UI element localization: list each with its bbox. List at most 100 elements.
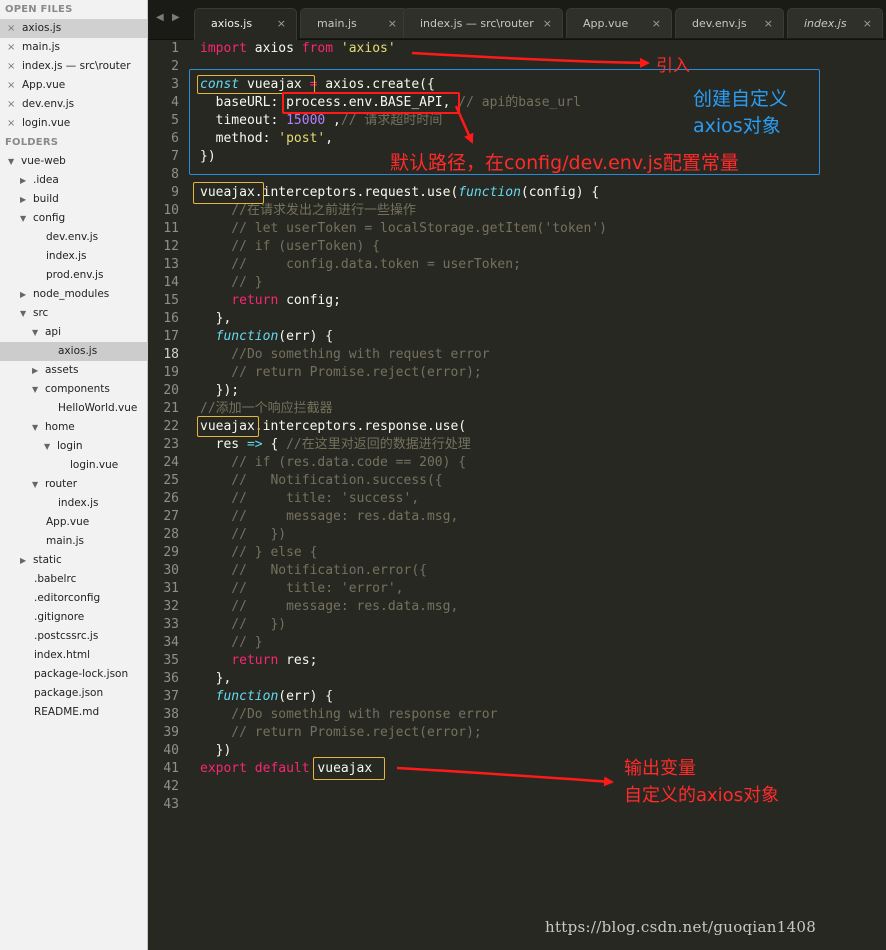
- tree-file-item[interactable]: dev.env.js: [0, 228, 147, 247]
- code-token: =>: [246, 437, 263, 452]
- tree-folder-item[interactable]: ▶ .idea: [0, 171, 147, 190]
- line-number: 22: [163, 419, 179, 434]
- tree-file-item[interactable]: index.html: [0, 646, 147, 665]
- tree-file-item[interactable]: HelloWorld.vue: [0, 399, 147, 418]
- code-text: import axios from 'axios': [200, 40, 396, 58]
- tree-file-item[interactable]: App.vue: [0, 513, 147, 532]
- tree-folder-item[interactable]: ▼ src: [0, 304, 147, 323]
- tab-nav-prev-icon[interactable]: ◀: [156, 12, 164, 23]
- disclosure-open-icon[interactable]: ▼: [8, 152, 18, 171]
- tree-file-item[interactable]: README.md: [0, 703, 147, 722]
- code-token: //在这里对返回的数据进行处理: [286, 437, 471, 452]
- tree-item-label: App.vue: [46, 516, 90, 528]
- tree-folder-item[interactable]: ▼ config: [0, 209, 147, 228]
- tree-folder-item[interactable]: ▼ home: [0, 418, 147, 437]
- tab-nav-next-icon[interactable]: ▶: [172, 12, 180, 23]
- tab-close-icon[interactable]: ×: [863, 9, 872, 38]
- code-text: // }: [200, 274, 262, 292]
- tree-file-item[interactable]: .babelrc: [0, 570, 147, 589]
- tab-close-icon[interactable]: ×: [543, 9, 552, 38]
- code-line: 19 // return Promise.reject(error);: [148, 364, 886, 382]
- open-file-item[interactable]: × index.js — src\router: [0, 57, 147, 76]
- tree-folder-item[interactable]: ▶ node_modules: [0, 285, 147, 304]
- code-token: // message: res.data.msg,: [200, 509, 459, 524]
- tree-folder-item[interactable]: ▼ api: [0, 323, 147, 342]
- tab-2[interactable]: index.js — src\router ×: [403, 8, 563, 38]
- tree-folder-item[interactable]: ▼ login: [0, 437, 147, 456]
- close-icon[interactable]: ×: [7, 95, 15, 114]
- tree-item-label: api: [45, 326, 62, 338]
- tree-file-item[interactable]: package.json: [0, 684, 147, 703]
- close-icon[interactable]: ×: [7, 76, 15, 95]
- line-number: 28: [163, 527, 179, 542]
- tree-file-item[interactable]: main.js: [0, 532, 147, 551]
- tab-5[interactable]: index.js ×: [787, 8, 883, 38]
- tree-folder-item[interactable]: ▼ vue-web: [0, 152, 147, 171]
- disclosure-closed-icon[interactable]: ▶: [20, 171, 30, 190]
- code-token: }): [200, 743, 232, 758]
- disclosure-closed-icon[interactable]: ▶: [32, 361, 42, 380]
- open-file-item[interactable]: × main.js: [0, 38, 147, 57]
- code-token: import: [200, 41, 247, 56]
- disclosure-open-icon[interactable]: ▼: [20, 209, 30, 228]
- tree-file-item[interactable]: index.js: [0, 247, 147, 266]
- tree-folder-item[interactable]: ▶ assets: [0, 361, 147, 380]
- tab-close-icon[interactable]: ×: [652, 9, 661, 38]
- line-number: 27: [163, 509, 179, 524]
- tab-4[interactable]: dev.env.js ×: [675, 8, 784, 38]
- open-file-item[interactable]: × App.vue: [0, 76, 147, 95]
- tree-file-item[interactable]: axios.js: [0, 342, 147, 361]
- code-line: 18 //Do something with request error: [148, 346, 886, 364]
- tree-folder-item[interactable]: ▼ components: [0, 380, 147, 399]
- disclosure-open-icon[interactable]: ▼: [32, 418, 42, 437]
- close-icon[interactable]: ×: [7, 57, 15, 76]
- create-annotation: 创建自定义 axios对象: [693, 86, 788, 140]
- tree-folder-item[interactable]: ▶ static: [0, 551, 147, 570]
- disclosure-closed-icon[interactable]: ▶: [20, 551, 30, 570]
- export-vueajax-highlight-box: [313, 757, 385, 780]
- disclosure-open-icon[interactable]: ▼: [32, 323, 42, 342]
- tree-item-label: index.js: [58, 497, 99, 509]
- tree-file-item[interactable]: prod.env.js: [0, 266, 147, 285]
- tree-folder-item[interactable]: ▼ router: [0, 475, 147, 494]
- open-file-item[interactable]: × dev.env.js: [0, 95, 147, 114]
- tab-1[interactable]: main.js ×: [300, 8, 408, 38]
- tree-item-label: src: [33, 307, 49, 319]
- open-file-item[interactable]: × axios.js: [0, 19, 147, 38]
- disclosure-open-icon[interactable]: ▼: [44, 437, 54, 456]
- tree-file-item[interactable]: .gitignore: [0, 608, 147, 627]
- tab-close-icon[interactable]: ×: [388, 9, 397, 38]
- tab-close-icon[interactable]: ×: [277, 9, 286, 38]
- code-token: //Do something with response error: [200, 707, 498, 722]
- tree-file-item[interactable]: package-lock.json: [0, 665, 147, 684]
- close-icon[interactable]: ×: [7, 114, 15, 133]
- disclosure-open-icon[interactable]: ▼: [20, 304, 30, 323]
- line-number: 26: [163, 491, 179, 506]
- close-icon[interactable]: ×: [7, 19, 15, 38]
- tab-close-icon[interactable]: ×: [764, 9, 773, 38]
- open-files-list: × axios.js × main.js × index.js — src\router ×…: [0, 19, 147, 133]
- code-editor[interactable]: 1 import axios from 'axios' 2 3 const vueaja…: [148, 40, 886, 950]
- tab-0[interactable]: axios.js ×: [194, 8, 297, 40]
- disclosure-open-icon[interactable]: ▼: [32, 475, 42, 494]
- tree-item-label: HelloWorld.vue: [58, 402, 138, 414]
- tree-file-item[interactable]: .editorconfig: [0, 589, 147, 608]
- code-text: // return Promise.reject(error);: [200, 364, 481, 382]
- code-text: });: [200, 382, 240, 400]
- close-icon[interactable]: ×: [7, 38, 15, 57]
- code-token: (err) {: [278, 689, 334, 704]
- tab-3[interactable]: App.vue ×: [566, 8, 672, 38]
- disclosure-open-icon[interactable]: ▼: [32, 380, 42, 399]
- line-number: 42: [163, 779, 179, 794]
- tree-file-item[interactable]: login.vue: [0, 456, 147, 475]
- tree-file-item[interactable]: .postcssrc.js: [0, 627, 147, 646]
- open-file-item[interactable]: × login.vue: [0, 114, 147, 133]
- tree-file-item[interactable]: index.js: [0, 494, 147, 513]
- code-token: function: [215, 329, 279, 344]
- line-number: 1: [171, 41, 179, 56]
- tree-folder-item[interactable]: ▶ build: [0, 190, 147, 209]
- disclosure-closed-icon[interactable]: ▶: [20, 190, 30, 209]
- disclosure-closed-icon[interactable]: ▶: [20, 285, 30, 304]
- code-token: res: [200, 437, 247, 452]
